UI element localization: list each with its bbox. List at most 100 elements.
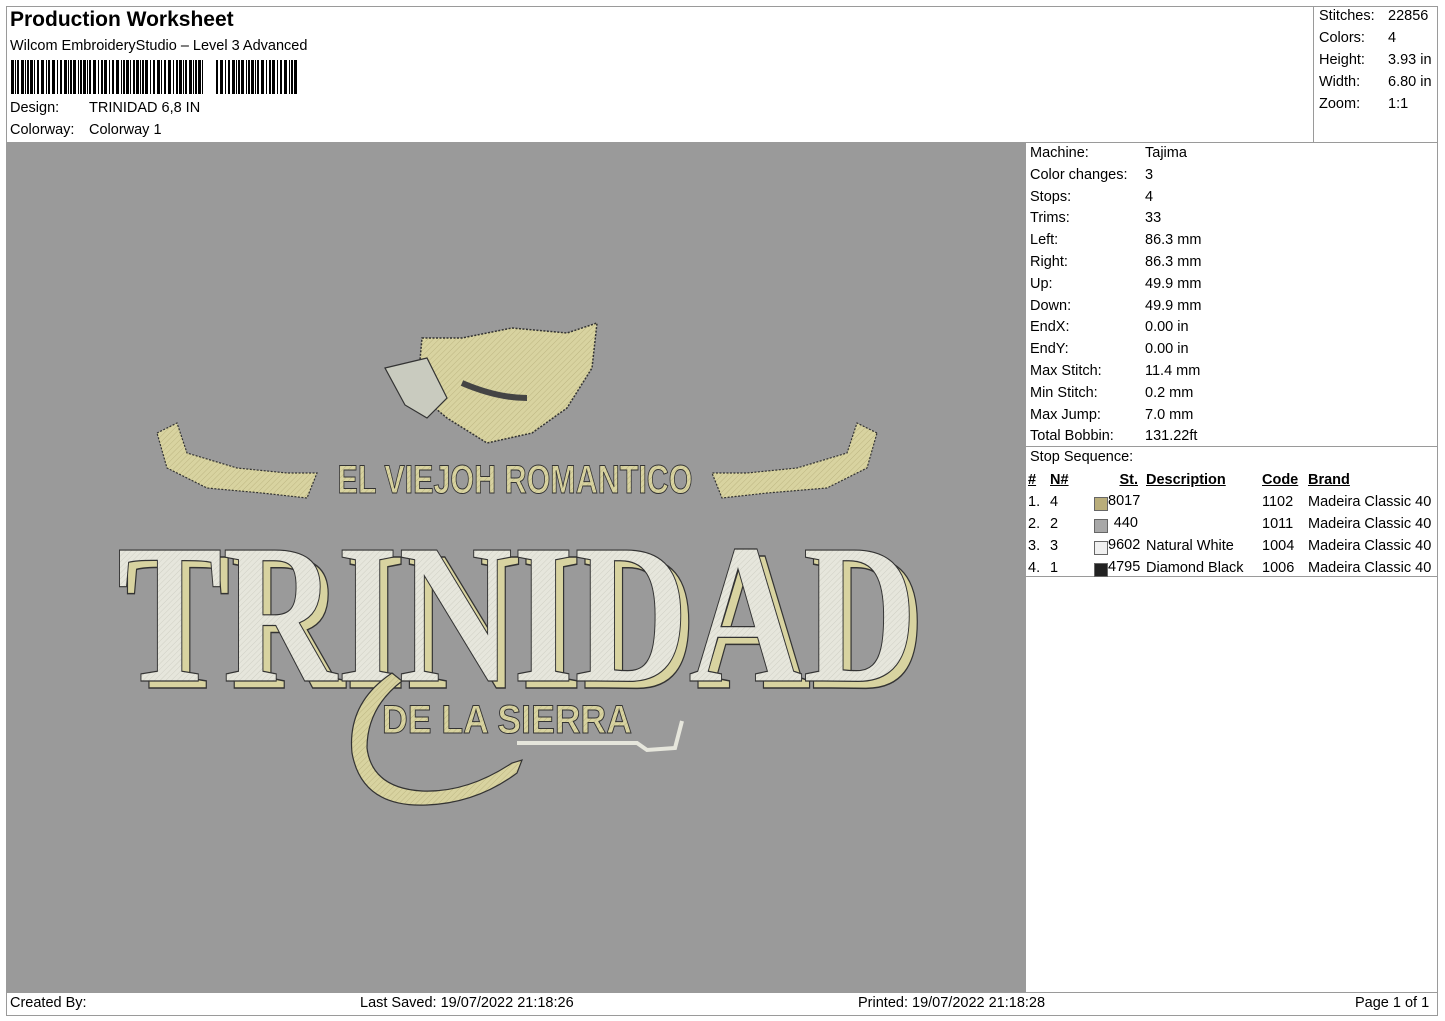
info-value: 7.0 mm <box>1145 406 1194 423</box>
info-value: 131.22ft <box>1145 428 1198 445</box>
stop-needle: 2 <box>1050 516 1059 532</box>
width-label: Width: <box>1319 74 1361 90</box>
stop-row: 4. 1 4795 Diamond Black 1006 Madeira Classic … <box>1028 557 1431 579</box>
design-line1: EL VIEJOH ROMANTICO <box>338 458 693 502</box>
thread-color-swatch <box>1094 519 1108 533</box>
stop-brand: Madeira Classic 40 <box>1308 538 1432 554</box>
info-label: Machine: <box>1030 145 1089 161</box>
stop-stitches: 4795 <box>1108 559 1141 575</box>
info-value: Tajima <box>1145 145 1187 161</box>
col-brand: Brand <box>1308 472 1350 488</box>
col-description: Description <box>1146 472 1226 488</box>
col-stitches: St. <box>1119 472 1138 488</box>
stop-needle: 4 <box>1050 494 1059 510</box>
right-horn <box>711 422 878 499</box>
info-label: Max Stitch: <box>1030 363 1102 379</box>
info-label: EndX: <box>1030 319 1070 336</box>
info-label: Right: <box>1030 254 1068 270</box>
info-value: 86.3 mm <box>1145 254 1202 270</box>
stop-sequence-table: # N# St. Description Code Brand 1. 4 8017 1… <box>1028 469 1431 579</box>
stop-description: Diamond Black <box>1146 560 1244 576</box>
stop-sequence-title: Stop Sequence: <box>1030 449 1134 465</box>
page-title: Production Worksheet <box>10 8 234 31</box>
thread-color-swatch <box>1094 497 1108 511</box>
zoom-value: 1:1 <box>1388 96 1409 112</box>
stop-code: 1006 <box>1262 560 1295 576</box>
info-value: 0.2 mm <box>1145 384 1194 401</box>
left-horn <box>156 422 318 499</box>
stop-row: 2. 2 440 1011 Madeira Classic 40 <box>1028 513 1431 535</box>
design-preview: EL VIEJOH ROMANTICO TRINIDAD TRINIDAD DE… <box>7 143 1025 992</box>
stitches-value: 22856 <box>1388 8 1429 24</box>
height-label: Height: <box>1319 52 1365 68</box>
stop-code: 1102 <box>1262 494 1294 510</box>
design-label: Design: <box>10 100 60 116</box>
info-label: Up: <box>1030 275 1053 292</box>
design-line2: TRINIDAD <box>117 504 917 725</box>
info-value: 11.4 mm <box>1145 363 1201 379</box>
stop-index: 3. <box>1028 538 1041 554</box>
stop-index: 1. <box>1028 494 1041 510</box>
embroidery-artwork: EL VIEJOH ROMANTICO TRINIDAD TRINIDAD DE… <box>116 321 926 806</box>
col-needle: N# <box>1050 472 1069 488</box>
printed-date: Printed: 19/07/2022 21:18:28 <box>858 995 1046 1011</box>
info-label: Left: <box>1030 232 1059 249</box>
footer-divider <box>6 992 1438 993</box>
preview-divider <box>1025 142 1026 993</box>
colorway-value: Colorway 1 <box>89 122 162 138</box>
stop-needle: 3 <box>1050 538 1059 554</box>
software-name: Wilcom EmbroideryStudio – Level 3 Advanc… <box>10 38 308 54</box>
zoom-label: Zoom: <box>1319 96 1361 112</box>
stop-stitches: 440 <box>1113 515 1138 531</box>
colors-value: 4 <box>1388 30 1397 46</box>
info-label: Max Jump: <box>1030 406 1101 423</box>
horse-head-emblem <box>384 321 598 444</box>
colors-label: Colors: <box>1319 30 1365 46</box>
info-value: 49.9 mm <box>1145 297 1202 314</box>
info-label: Color changes: <box>1030 166 1128 183</box>
stop-code: 1011 <box>1262 516 1294 532</box>
info-label: Stops: <box>1030 188 1072 205</box>
stop-description: Natural White <box>1146 538 1234 554</box>
info-label: Trims: <box>1030 210 1070 227</box>
stop-row: 3. 3 9602 Natural White 1004 Madeira Classic … <box>1028 535 1431 557</box>
info-value: 4 <box>1145 188 1154 205</box>
stitches-label: Stitches: <box>1319 8 1375 24</box>
stop-brand: Madeira Classic 40 <box>1308 494 1432 510</box>
info-label: EndY: <box>1030 341 1069 358</box>
col-index: # <box>1028 472 1037 488</box>
info-value: 0.00 in <box>1145 319 1189 336</box>
info-value: 33 <box>1145 210 1162 227</box>
last-saved: Last Saved: 19/07/2022 21:18:26 <box>360 995 574 1011</box>
created-by: Created By: <box>10 995 87 1011</box>
page-number: Page 1 of 1 <box>1355 995 1430 1011</box>
width-value: 6.80 in <box>1388 74 1432 90</box>
stop-stitches: 8017 <box>1108 493 1141 509</box>
stop-index: 4. <box>1028 560 1041 576</box>
design-line3: DE LA SIERRA <box>382 698 632 742</box>
stop-stitches: 9602 <box>1108 537 1141 553</box>
info-value: 86.3 mm <box>1145 232 1202 249</box>
stop-brand: Madeira Classic 40 <box>1308 516 1432 532</box>
info-value: 3 <box>1145 166 1154 183</box>
info-label: Down: <box>1030 297 1072 314</box>
col-code: Code <box>1262 472 1299 488</box>
info-divider <box>1025 446 1438 447</box>
stop-description <box>1146 513 1262 535</box>
colorway-label: Colorway: <box>10 122 75 138</box>
design-value: TRINIDAD 6,8 IN <box>89 100 201 116</box>
info-value: 49.9 mm <box>1145 275 1202 292</box>
stop-needle: 1 <box>1050 560 1059 576</box>
stop-row: 1. 4 8017 1102 Madeira Classic 40 <box>1028 491 1431 513</box>
stop-index: 2. <box>1028 516 1041 532</box>
thread-color-swatch <box>1094 563 1108 577</box>
info-label: Total Bobbin: <box>1030 428 1114 445</box>
stop-description <box>1146 491 1262 513</box>
info-value: 0.00 in <box>1145 341 1189 358</box>
info-label: Min Stitch: <box>1030 384 1098 401</box>
summary-divider <box>1313 6 1314 142</box>
stop-code: 1004 <box>1262 538 1295 554</box>
barcode <box>11 60 297 94</box>
height-value: 3.93 in <box>1388 52 1432 68</box>
stop-brand: Madeira Classic 40 <box>1308 560 1432 576</box>
